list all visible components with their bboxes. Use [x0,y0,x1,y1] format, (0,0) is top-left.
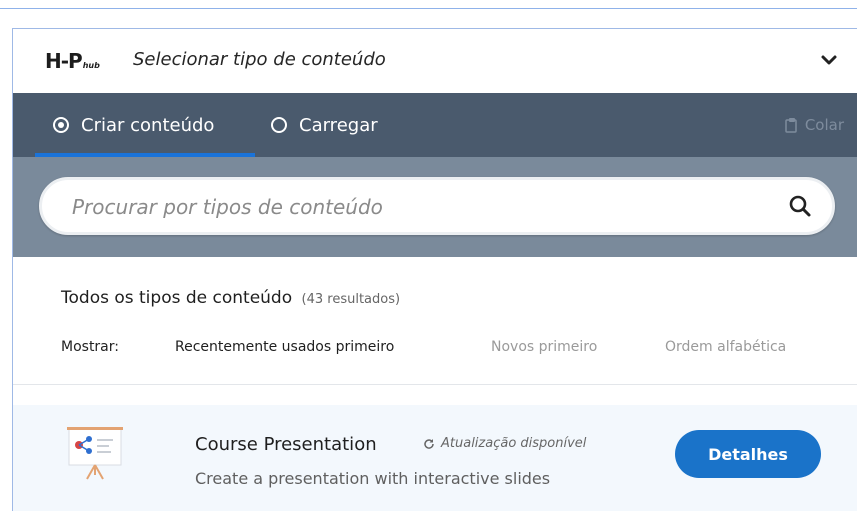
paste-button[interactable]: Colar [785,93,844,157]
chevron-down-icon[interactable] [820,51,838,69]
logo-sub-text: hub [82,61,100,70]
update-available-badge: Atualização disponível [423,436,586,451]
content-list-header: Todos os tipos de conteúdo (43 resultado… [13,257,857,385]
list-item[interactable]: Course Presentation Atualização disponív… [13,405,857,511]
list-title: Todos os tipos de conteúdo [61,288,293,308]
update-text: Atualização disponível [441,436,587,451]
tab-upload[interactable]: Carregar [271,93,378,157]
tab-bar: Criar conteúdo Carregar Colar [13,93,857,157]
details-button[interactable]: Detalhes [675,430,821,478]
list-title-wrap: Todos os tipos de conteúdo (43 resultado… [61,288,400,308]
paste-label: Colar [804,116,844,134]
clipboard-icon [785,118,797,133]
presentation-board-icon [67,427,123,480]
sort-alphabetical[interactable]: Ordem alfabética [665,339,786,355]
hub-header[interactable]: H-P hub Selecionar tipo de conteúdo [13,29,857,93]
radio-unselected-icon [271,117,287,133]
sort-recently-used[interactable]: Recentemente usados primeiro [175,339,394,355]
tab-create-content[interactable]: Criar conteúdo [53,93,214,157]
search-box[interactable] [39,177,835,235]
refresh-icon [424,438,434,449]
result-count: (43 resultados) [301,292,401,307]
tab-upload-label: Carregar [299,114,378,136]
search-area [13,157,857,257]
hub-title: Selecionar tipo de conteúdo [133,49,386,70]
top-border-line [0,8,857,9]
item-description: Create a presentation with interactive s… [195,469,551,488]
sort-label: Mostrar: [61,339,119,355]
sort-newest-first[interactable]: Novos primeiro [491,339,597,355]
h5p-hub-panel: H-P hub Selecionar tipo de conteúdo Cria… [12,28,857,511]
tab-create-label: Criar conteúdo [81,114,215,136]
item-title[interactable]: Course Presentation [195,434,377,455]
h5p-hub-logo: H-P hub [45,49,100,73]
search-icon[interactable] [788,194,812,218]
search-input[interactable] [70,180,774,234]
logo-main-text: H-P [45,49,83,73]
radio-selected-icon [53,117,69,133]
